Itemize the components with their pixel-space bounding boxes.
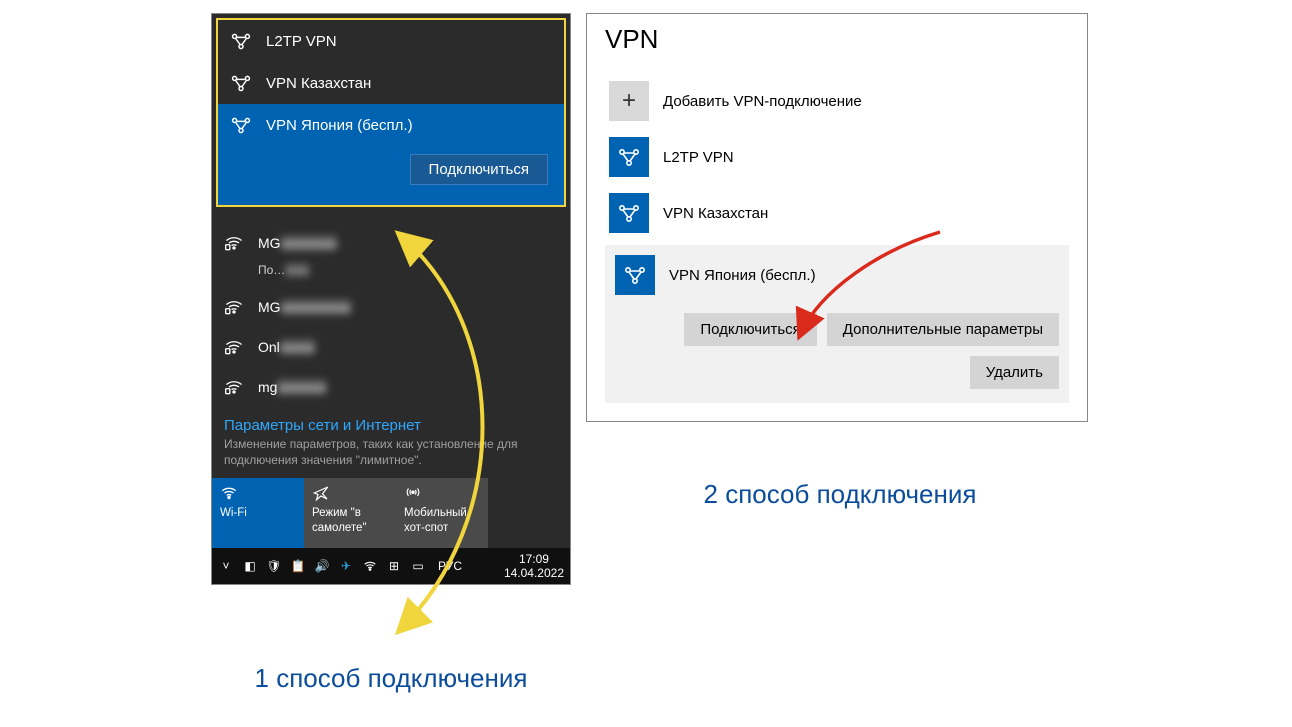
tray-shield-icon[interactable]: 🛡 xyxy=(266,558,282,574)
vpn-item-label: VPN Япония (беспл.) xyxy=(266,117,413,134)
taskbar: ˅ ◧ 🛡 📋 🔊 ✈ ⊞ ▭ РУС 17:09 14.04.2022 xyxy=(212,548,570,584)
advanced-options-button[interactable]: Дополнительные параметры xyxy=(827,313,1059,346)
airplane-icon xyxy=(312,484,330,502)
vpn-item-japan-selected[interactable]: VPN Япония (беспл.) Подключиться xyxy=(218,104,564,205)
wifi-ssid: mgxxxxxxx xyxy=(258,379,326,395)
vpn-entry-l2tp[interactable]: L2TP VPN xyxy=(605,129,1069,185)
wifi-item[interactable]: MGxxxxxxxx По…xxxx xyxy=(212,223,570,287)
wifi-ssid: MGxxxxxxxx xyxy=(258,235,337,251)
tray-clock[interactable]: 17:09 14.04.2022 xyxy=(504,552,564,581)
vpn-entry-japan-selected[interactable]: VPN Япония (беспл.) Подключиться Дополни… xyxy=(605,245,1069,403)
wifi-list: MGxxxxxxxx По…xxxx MGxxxxxxxxxx Onlxxxxx… xyxy=(212,211,570,407)
wifi-status: По…xxxx xyxy=(224,263,558,277)
tile-wifi[interactable]: Wi-Fi xyxy=(212,478,304,548)
tile-label: Wi-Fi xyxy=(220,506,296,520)
tray-telegram-icon[interactable]: ✈ xyxy=(338,558,354,574)
vpn-entry-label: VPN Япония (беспл.) xyxy=(669,267,816,284)
plus-icon: + xyxy=(609,81,649,121)
wifi-ssid: Onlxxxxx xyxy=(258,339,315,355)
add-vpn-row[interactable]: + Добавить VPN-подключение xyxy=(605,73,1069,129)
wifi-secured-icon xyxy=(224,233,244,253)
tile-label: Режим "в самолете" xyxy=(312,506,388,535)
tile-airplane[interactable]: Режим "в самолете" xyxy=(304,478,396,548)
tray-date: 14.04.2022 xyxy=(504,566,564,580)
add-vpn-label: Добавить VPN-подключение xyxy=(663,93,862,110)
wifi-item[interactable]: Onlxxxxx xyxy=(212,327,570,367)
wifi-item[interactable]: mgxxxxxxx xyxy=(212,367,570,407)
vpn-item-l2tp[interactable]: L2TP VPN xyxy=(218,20,564,62)
tile-hotspot[interactable]: Мобильный хот-спот xyxy=(396,478,488,548)
vpn-icon xyxy=(230,114,252,136)
vpn-item-kaz[interactable]: VPN Казахстан xyxy=(218,62,564,104)
caption-method-1: 1 способ подключения xyxy=(211,662,571,696)
vpn-item-label: VPN Казахстан xyxy=(266,75,371,92)
settings-vpn-page: VPN + Добавить VPN-подключение L2TP VPN … xyxy=(586,13,1088,422)
vpn-icon xyxy=(609,137,649,177)
vpn-item-label: L2TP VPN xyxy=(266,33,337,50)
tray-wifi-icon[interactable] xyxy=(362,558,378,574)
tray-icons: ˅ ◧ 🛡 📋 🔊 ✈ ⊞ ▭ РУС xyxy=(218,558,462,574)
tray-time: 17:09 xyxy=(504,552,564,566)
vpn-icon xyxy=(230,72,252,94)
caption-method-2: 2 способ подключения xyxy=(680,478,1000,512)
connect-button[interactable]: Подключиться xyxy=(410,154,548,185)
wifi-icon xyxy=(220,484,238,502)
vpn-entry-kaz[interactable]: VPN Казахстан xyxy=(605,185,1069,241)
tray-security-icon[interactable]: ⊞ xyxy=(386,558,402,574)
tray-app-icon[interactable]: ◧ xyxy=(242,558,258,574)
tray-lang[interactable]: РУС xyxy=(438,559,462,573)
delete-button[interactable]: Удалить xyxy=(970,356,1059,389)
vpn-entry-label: L2TP VPN xyxy=(663,149,734,166)
network-settings-desc: Изменение параметров, таких как установл… xyxy=(212,434,570,478)
wifi-ssid: MGxxxxxxxxxx xyxy=(258,299,351,315)
vpn-icon xyxy=(609,193,649,233)
connect-button[interactable]: Подключиться xyxy=(684,313,816,346)
tile-label: Мобильный хот-спот xyxy=(404,506,480,535)
tray-battery-icon[interactable]: ▭ xyxy=(410,558,426,574)
hotspot-icon xyxy=(404,484,422,502)
vpn-entry-label: VPN Казахстан xyxy=(663,205,768,222)
vpn-icon xyxy=(230,30,252,52)
quick-action-tiles: Wi-Fi Режим "в самолете" Мобильный хот-с… xyxy=(212,478,570,548)
wifi-secured-icon xyxy=(224,377,244,397)
wifi-secured-icon xyxy=(224,337,244,357)
vpn-highlight-box: L2TP VPN VPN Казахстан VPN Япония (беспл… xyxy=(216,18,566,207)
network-settings-link[interactable]: Параметры сети и Интернет xyxy=(212,407,570,434)
tray-note-icon[interactable]: 📋 xyxy=(290,558,306,574)
tray-speaker-icon[interactable]: 🔊 xyxy=(314,558,330,574)
tray-chevron-icon[interactable]: ˅ xyxy=(218,558,234,574)
network-flyout: L2TP VPN VPN Казахстан VPN Япония (беспл… xyxy=(211,13,571,585)
vpn-icon xyxy=(615,255,655,295)
page-title: VPN xyxy=(605,24,1069,55)
wifi-secured-icon xyxy=(224,297,244,317)
wifi-item[interactable]: MGxxxxxxxxxx xyxy=(212,287,570,327)
